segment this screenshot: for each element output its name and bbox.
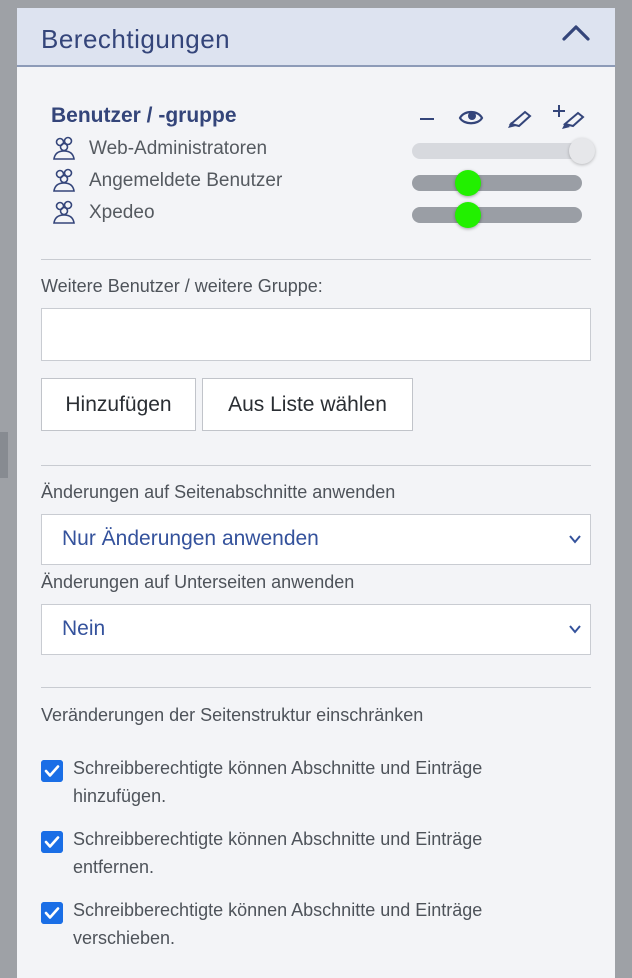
checkbox-checked[interactable] [41, 902, 63, 924]
apply-sections-select[interactable]: Nur Änderungen anwenden [41, 514, 591, 565]
slider-knob[interactable] [455, 170, 482, 196]
user-name: Angemeldete Benutzer [89, 170, 283, 191]
apply-subpages-select[interactable]: Nein [41, 604, 591, 655]
add-button[interactable]: Hinzufügen [41, 378, 196, 431]
checkbox-label: Schreibberechtigte können Abschnitte und… [73, 829, 483, 877]
user-name: Web-Administratoren [89, 138, 268, 159]
slider-knob[interactable] [455, 202, 482, 228]
permission-row-web-administratoren: Web-Administratoren [51, 135, 595, 164]
checkbox-checked[interactable] [41, 831, 63, 853]
none-dash-icon[interactable] [413, 104, 441, 130]
user-group-column-label: Benutzer / -gruppe [51, 104, 237, 127]
checkbox-checked[interactable] [41, 760, 63, 782]
side-panel-handle[interactable] [0, 432, 8, 478]
divider [41, 259, 591, 260]
chevron-up-icon[interactable] [561, 22, 591, 44]
user-group-icon [53, 200, 75, 224]
slider-knob[interactable] [569, 138, 595, 164]
permission-row-xpedeo: Xpedeo [51, 199, 591, 228]
permission-level-slider[interactable] [412, 202, 582, 228]
permission-level-slider[interactable] [412, 138, 595, 164]
select-value: Nur Änderungen anwenden [62, 527, 319, 550]
permission-row-angemeldete-benutzer: Angemeldete Benutzer [51, 167, 591, 196]
divider [41, 465, 591, 466]
checkbox-label: Schreibberechtigte können Abschnitte und… [73, 758, 483, 806]
user-group-icon [53, 168, 75, 192]
user-group-icon [53, 136, 75, 160]
divider [41, 687, 591, 688]
select-value: Nein [62, 617, 106, 640]
permission-level-slider[interactable] [412, 170, 582, 196]
permissions-panel: Berechtigungen Benutzer / -gruppe Web-Ad… [17, 8, 615, 978]
structure-label: Veränderungen der Seitenstruktur einschr… [41, 705, 424, 725]
checkbox-label: Schreibberechtigte können Abschnitte und… [73, 900, 483, 948]
apply-sections-label: Änderungen auf Seitenabschnitte anwenden [41, 482, 396, 502]
choose-from-list-button[interactable]: Aus Liste wählen [202, 378, 413, 431]
permissions-header: Benutzer / -gruppe [41, 104, 591, 130]
panel-header[interactable]: Berechtigungen [17, 8, 615, 67]
panel-title: Berechtigungen [41, 24, 231, 54]
add-user-input[interactable] [41, 308, 591, 361]
apply-subpages-label: Änderungen auf Unterseiten anwenden [41, 572, 355, 592]
chevron-down-icon [569, 625, 581, 634]
user-name: Xpedeo [89, 202, 155, 223]
pen-plus-create-icon[interactable] [551, 104, 587, 130]
chevron-down-icon [569, 535, 581, 544]
pen-write-icon[interactable] [505, 104, 533, 130]
eye-read-icon[interactable] [457, 104, 485, 130]
add-user-label: Weitere Benutzer / weitere Gruppe: [41, 276, 323, 296]
